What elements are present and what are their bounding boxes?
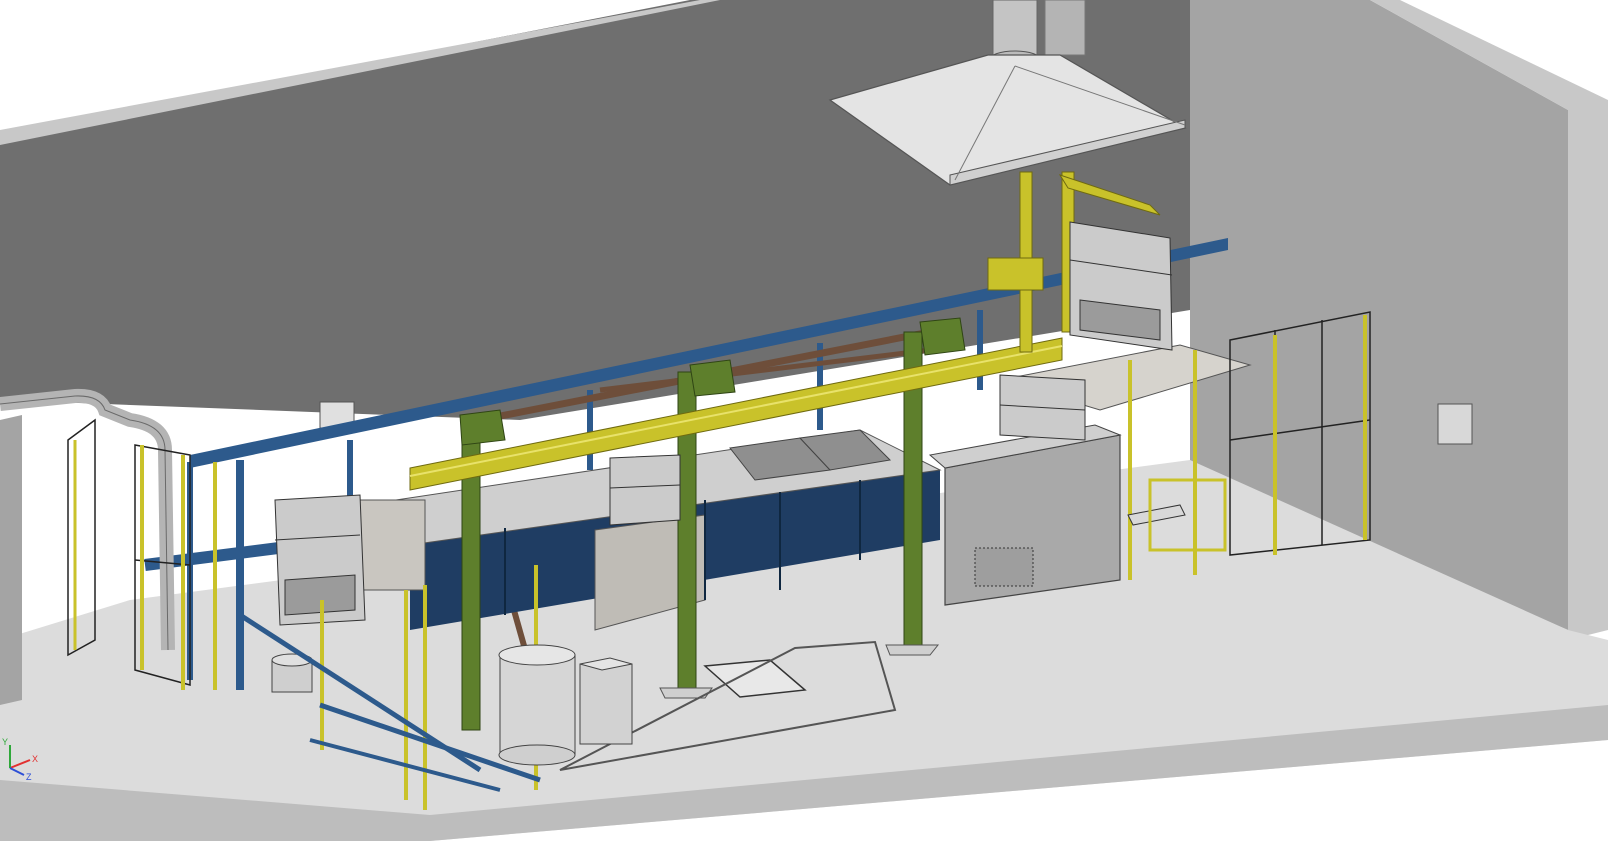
exhaust-duct-rear (1044, 0, 1086, 56)
column-base-3 (885, 644, 940, 656)
triad-x-label: X (32, 754, 38, 764)
carrier-basket-3 (609, 454, 681, 526)
triad-y-label: Y (2, 737, 8, 747)
gantry-top-2 (689, 359, 736, 397)
dryer-access-panel (974, 547, 1034, 587)
wall-junction-box (1437, 403, 1473, 445)
gantry-top-1 (459, 409, 506, 446)
carrier-basket-2 (999, 374, 1086, 441)
triad-z-label: Z (26, 772, 32, 782)
column-base-2 (659, 687, 713, 699)
right-wall-end (1568, 100, 1608, 640)
assembly-scene: X Y Z (0, 0, 1608, 841)
storage-drum (498, 644, 576, 766)
gantry-top-3 (919, 317, 966, 356)
control-cabinet (579, 657, 633, 745)
left-wall-stub (0, 415, 22, 705)
cad-viewport[interactable]: X Y Z (0, 0, 1608, 841)
lift-carriage (987, 257, 1044, 291)
carrier-basket-1 (1069, 221, 1173, 351)
